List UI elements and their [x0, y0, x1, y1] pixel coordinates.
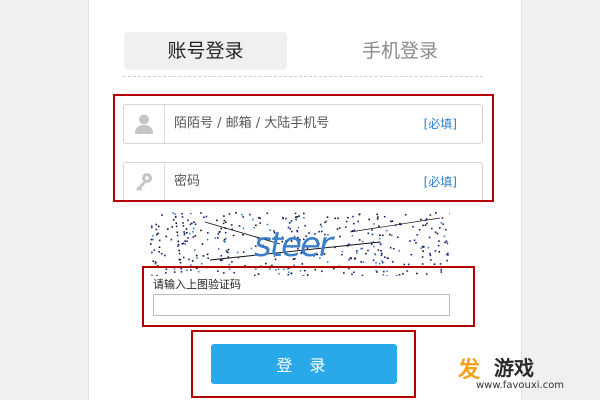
captcha-line	[349, 217, 441, 233]
credentials-highlight	[113, 94, 494, 202]
login-button-highlight	[191, 330, 416, 398]
watermark-logo: 发 游戏 www.favouxi.com	[458, 350, 598, 396]
tab-account-login[interactable]: 账号登录	[124, 32, 287, 70]
tab-divider	[123, 76, 483, 77]
tab-phone-login[interactable]: 手机登录	[320, 32, 480, 70]
captcha-highlight	[142, 266, 475, 327]
watermark-name: 游戏	[494, 356, 534, 380]
watermark-url: www.favouxi.com	[476, 380, 565, 391]
captcha-text: steer	[254, 225, 335, 265]
